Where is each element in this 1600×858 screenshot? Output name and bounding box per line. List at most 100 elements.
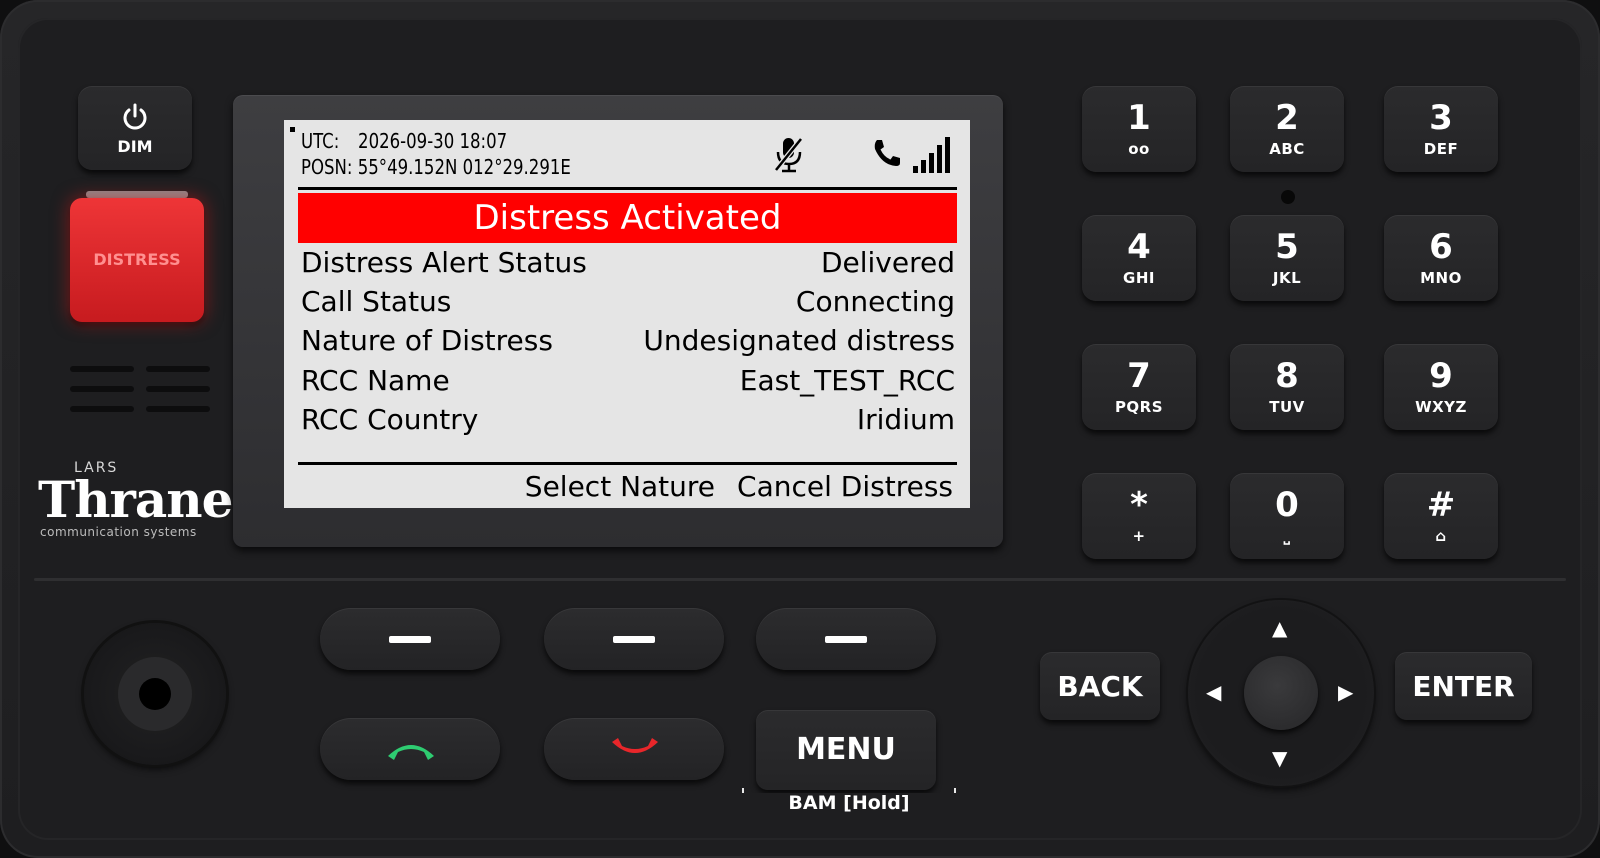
key-letters: ⌂: [1435, 527, 1447, 545]
dash-icon: [613, 636, 655, 643]
key-digit: #: [1426, 485, 1456, 525]
row-value: Undesignated distress: [643, 324, 955, 357]
key-3[interactable]: 3 DEF: [1384, 86, 1498, 172]
status-row: Call Status Connecting: [301, 285, 955, 323]
key-letters: WXYZ: [1415, 398, 1467, 416]
distress-cover-hinge: [86, 191, 188, 198]
dash-icon: [389, 636, 431, 643]
distress-banner: Distress Activated: [298, 193, 957, 243]
posn-label: POSN:: [301, 155, 353, 179]
key-digit: 9: [1429, 356, 1453, 396]
dim-button[interactable]: DIM: [78, 86, 192, 170]
status-row: Distress Alert Status Delivered: [301, 246, 955, 284]
brand-logo: Thrane: [38, 470, 233, 529]
posn-value: 55°49.152N 012°29.291E: [357, 155, 571, 179]
power-icon: [123, 103, 147, 130]
volume-knob[interactable]: [84, 623, 226, 765]
key-letters: PQRS: [1114, 398, 1164, 416]
key-digit: 3: [1429, 98, 1453, 138]
call-accept-icon: [388, 745, 434, 760]
key-digit: 2: [1275, 98, 1299, 138]
dpad-center-button[interactable]: [1244, 656, 1318, 730]
utc-value: 2026-09-30 18:07: [358, 129, 508, 153]
status-indicator: [290, 127, 295, 132]
back-button[interactable]: BACK: [1040, 652, 1160, 720]
call-reject-button[interactable]: [544, 718, 724, 780]
softkey-select-nature: Select Nature: [524, 470, 716, 503]
key-digit: *: [1130, 485, 1148, 525]
key-letters: ⎵: [1283, 527, 1291, 545]
status-row: RCC Name East_TEST_RCC: [301, 364, 955, 402]
bam-hold-label: BAM [Hold]: [742, 793, 956, 813]
key-5[interactable]: 5 JKL: [1230, 215, 1344, 301]
key-7[interactable]: 7 PQRS: [1082, 344, 1196, 430]
row-label: Call Status: [301, 285, 452, 318]
phone-icon: [874, 140, 900, 166]
brand-tagline: communication systems: [40, 525, 197, 539]
key-digit: 1: [1127, 98, 1151, 138]
call-reject-icon: [612, 738, 658, 753]
softkey-right-button[interactable]: [756, 608, 936, 670]
row-value: Iridium: [856, 403, 955, 436]
key-digit: 6: [1429, 227, 1453, 267]
key-hash[interactable]: # ⌂: [1384, 473, 1498, 559]
row-value: East_TEST_RCC: [739, 364, 955, 397]
arrow-right-icon[interactable]: ▶: [1338, 682, 1353, 702]
distress-button[interactable]: DISTRESS: [70, 198, 204, 322]
back-label: BACK: [1057, 670, 1143, 703]
arrow-left-icon[interactable]: ◀: [1206, 682, 1221, 702]
key-letters: JKL: [1272, 269, 1302, 287]
signal-strength-icon: [913, 137, 950, 173]
utc-line: UTC: 2026-09-30 18:07: [301, 129, 507, 153]
softkey-left-button[interactable]: [320, 608, 500, 670]
key-9[interactable]: 9 WXYZ: [1384, 344, 1498, 430]
key-letters: GHI: [1123, 269, 1155, 287]
key-letters: MNO: [1420, 269, 1462, 287]
key-digit: 5: [1275, 227, 1299, 267]
key-digit: 0: [1275, 485, 1299, 525]
row-label: Distress Alert Status: [301, 246, 587, 279]
key-star[interactable]: * +: [1082, 473, 1196, 559]
key-letters: DEF: [1423, 140, 1459, 158]
call-accept-button[interactable]: [320, 718, 500, 780]
softkey-divider: [298, 462, 957, 465]
panel-divider: [34, 578, 1566, 581]
row-value: Delivered: [820, 246, 955, 279]
dim-label: DIM: [117, 137, 153, 156]
softkey-cancel-distress: Cancel Distress: [737, 470, 953, 503]
key-digit: 8: [1275, 356, 1299, 396]
utc-label: UTC:: [301, 129, 340, 153]
key-1[interactable]: 1 oo: [1082, 86, 1196, 172]
row-label: RCC Name: [301, 364, 450, 397]
key-8[interactable]: 8 TUV: [1230, 344, 1344, 430]
key-2[interactable]: 2 ABC: [1230, 86, 1344, 172]
navigation-dpad: ▲ ▼ ◀ ▶: [1188, 600, 1374, 786]
key-6[interactable]: 6 MNO: [1384, 215, 1498, 301]
row-value: Connecting: [795, 285, 955, 318]
key-letters: +: [1132, 527, 1146, 545]
header-divider: [298, 187, 957, 190]
menu-label: MENU: [796, 732, 896, 767]
key-4[interactable]: 4 GHI: [1082, 215, 1196, 301]
position-line: POSN: 55°49.152N 012°29.291E: [301, 155, 571, 179]
status-row: Nature of Distress Undesignated distress: [301, 324, 955, 362]
arrow-down-icon[interactable]: ▼: [1272, 748, 1287, 768]
display-screen: UTC: 2026-09-30 18:07 POSN: 55°49.152N 01…: [284, 120, 970, 508]
key-0[interactable]: 0 ⎵: [1230, 473, 1344, 559]
key-letters: ABC: [1269, 140, 1305, 158]
softkey-middle-button[interactable]: [544, 608, 724, 670]
arrow-up-icon[interactable]: ▲: [1272, 618, 1287, 638]
menu-button[interactable]: MENU: [756, 710, 936, 790]
softkey-labels: Select Nature Cancel Distress: [503, 470, 953, 503]
enter-button[interactable]: ENTER: [1395, 652, 1532, 720]
mic-muted-icon: [774, 137, 803, 173]
row-label: RCC Country: [301, 403, 479, 436]
key-digit: 4: [1127, 227, 1151, 267]
key-letters: TUV: [1269, 398, 1305, 416]
status-row: RCC Country Iridium: [301, 403, 955, 441]
key-digit: 7: [1127, 356, 1151, 396]
knob-center: [118, 657, 192, 731]
dash-icon: [825, 636, 867, 643]
knob-socket: [139, 678, 171, 710]
keypad-indicator-dot: [1281, 190, 1295, 204]
